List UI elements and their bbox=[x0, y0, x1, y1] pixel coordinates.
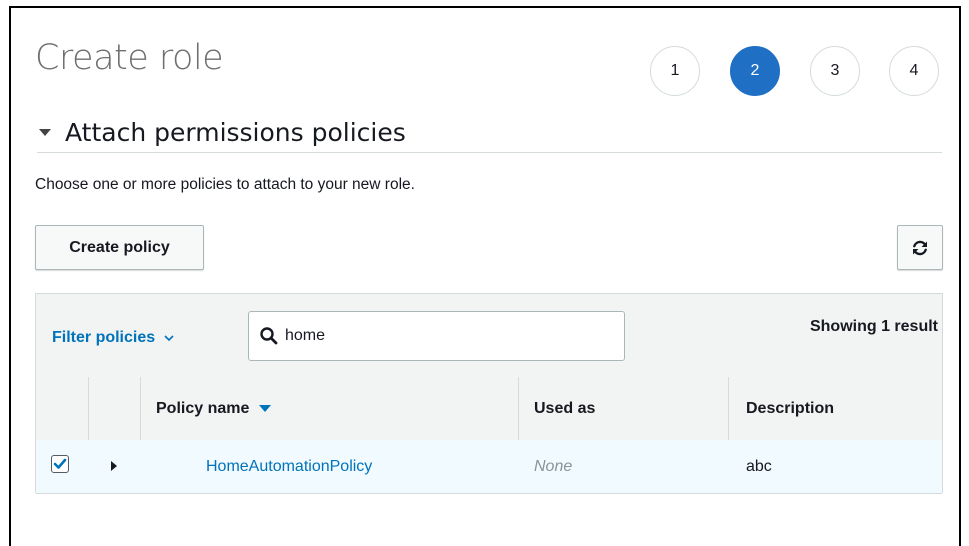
caret-down-icon bbox=[39, 128, 51, 136]
section-description: Choose one or more policies to attach to… bbox=[35, 176, 415, 193]
column-divider bbox=[140, 377, 141, 440]
step-1[interactable]: 1 bbox=[650, 46, 700, 96]
description-cell: abc bbox=[746, 457, 772, 475]
create-policy-button[interactable]: Create policy bbox=[35, 225, 204, 270]
search-icon bbox=[260, 327, 278, 345]
column-divider bbox=[88, 377, 89, 440]
policy-name-link[interactable]: HomeAutomationPolicy bbox=[206, 440, 372, 493]
search-input[interactable] bbox=[285, 327, 605, 345]
used-as-cell: None bbox=[534, 457, 573, 475]
refresh-button[interactable] bbox=[897, 225, 943, 270]
create-policy-label: Create policy bbox=[69, 238, 170, 256]
section-header[interactable]: Attach permissions policies bbox=[37, 112, 942, 153]
step-4[interactable]: 4 bbox=[889, 46, 939, 96]
step-3[interactable]: 3 bbox=[810, 46, 860, 96]
column-divider bbox=[728, 377, 729, 440]
step-2[interactable]: 2 bbox=[730, 46, 780, 96]
checkmark-icon bbox=[53, 458, 67, 469]
policies-table: Filter policies Showing 1 result Policy … bbox=[35, 293, 943, 494]
page-title: Create role bbox=[35, 38, 224, 78]
filter-policies-dropdown[interactable]: Filter policies bbox=[52, 329, 175, 347]
sort-desc-icon bbox=[259, 405, 272, 412]
column-header-policy-name[interactable]: Policy name bbox=[156, 377, 272, 440]
filter-policies-label: Filter policies bbox=[52, 329, 156, 346]
column-header-label: Policy name bbox=[156, 399, 250, 417]
column-header-description[interactable]: Description bbox=[746, 377, 834, 440]
column-header-label: Used as bbox=[534, 399, 596, 417]
policy-name[interactable]: HomeAutomationPolicy bbox=[206, 458, 372, 476]
search-box[interactable] bbox=[248, 311, 625, 361]
column-divider bbox=[518, 377, 519, 440]
result-count: Showing 1 result bbox=[809, 318, 938, 335]
chevron-down-icon bbox=[164, 335, 174, 342]
table-header-row: Policy name Used as Description bbox=[36, 377, 942, 441]
column-header-label: Description bbox=[746, 399, 835, 417]
row-checkbox[interactable] bbox=[51, 455, 69, 473]
filter-bar: Filter policies Showing 1 result bbox=[36, 294, 942, 378]
expand-row-icon[interactable] bbox=[111, 461, 117, 471]
section-title: Attach permissions policies bbox=[65, 117, 406, 147]
refresh-icon bbox=[913, 240, 927, 255]
table-row[interactable]: HomeAutomationPolicy None abc bbox=[36, 440, 942, 494]
column-header-used-as[interactable]: Used as bbox=[534, 377, 595, 440]
